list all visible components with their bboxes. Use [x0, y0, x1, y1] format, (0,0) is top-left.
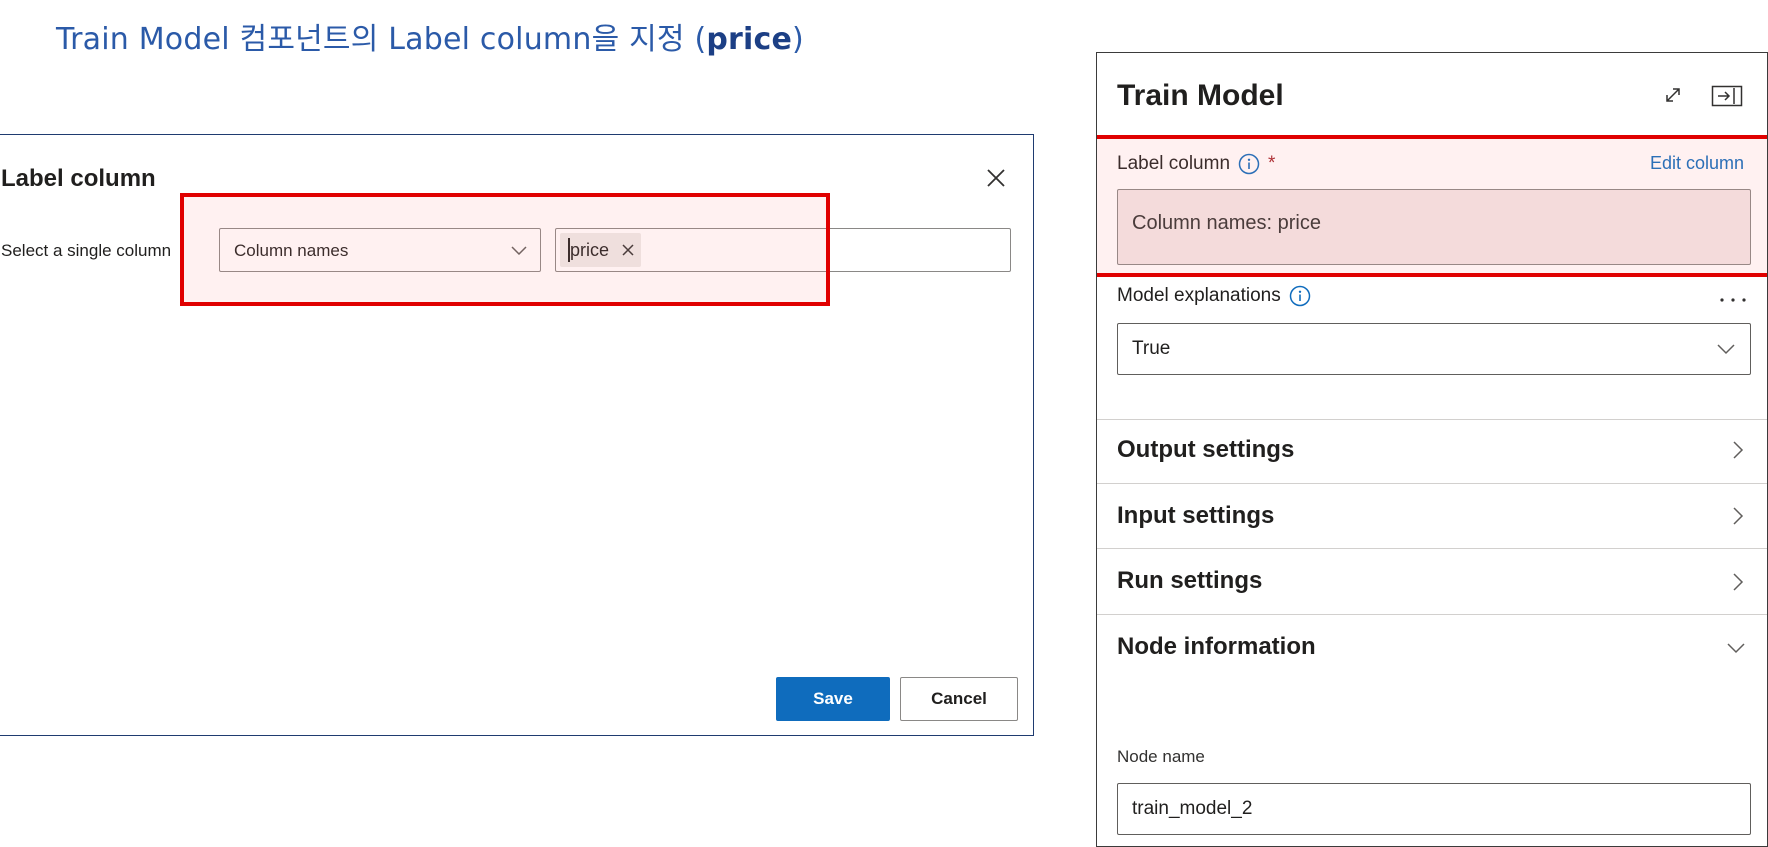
divider	[1097, 548, 1767, 549]
highlight-box-dialog	[180, 193, 830, 306]
save-button[interactable]: Save	[776, 677, 890, 721]
chevron-right-icon[interactable]	[1731, 571, 1745, 593]
page-heading: Train Model 컴포넌트의 Label column을 지정 (pric…	[56, 14, 804, 58]
divider	[1097, 419, 1767, 420]
input-settings-section[interactable]: Input settings	[1117, 502, 1274, 530]
expand-icon[interactable]	[1661, 83, 1685, 107]
chevron-down-icon	[1717, 344, 1735, 355]
chevron-right-icon[interactable]	[1731, 439, 1745, 461]
train-model-panel: Train Model Label column * Edit column C…	[1096, 52, 1768, 847]
close-icon[interactable]	[983, 165, 1009, 191]
info-icon[interactable]	[1289, 285, 1311, 307]
select-column-label: Select a single column	[1, 241, 172, 260]
model-explanations-dropdown[interactable]: True	[1117, 323, 1751, 375]
chevron-down-icon[interactable]	[1725, 641, 1747, 655]
node-name-input[interactable]: train_model_2	[1117, 783, 1751, 835]
node-name-value: train_model_2	[1132, 798, 1253, 819]
model-explanations-text: Model explanations	[1117, 285, 1281, 306]
divider	[1097, 483, 1767, 484]
node-information-section[interactable]: Node information	[1117, 633, 1316, 661]
more-options-icon[interactable]	[1719, 297, 1747, 303]
chevron-right-icon[interactable]	[1731, 505, 1745, 527]
heading-end: )	[792, 22, 804, 57]
cancel-button[interactable]: Cancel	[900, 677, 1018, 721]
heading-text: Train Model 컴포넌트의 Label column을 지정 (	[56, 22, 707, 57]
run-settings-section[interactable]: Run settings	[1117, 567, 1262, 595]
panel-title: Train Model	[1117, 79, 1284, 112]
heading-bold: price	[706, 22, 793, 57]
dialog-title: Label column	[1, 165, 156, 192]
node-name-label: Node name	[1117, 747, 1205, 766]
model-explanations-label: Model explanations	[1117, 285, 1311, 307]
output-settings-section[interactable]: Output settings	[1117, 436, 1294, 464]
dock-panel-icon[interactable]	[1711, 85, 1743, 107]
divider	[1097, 614, 1767, 615]
highlight-box-panel	[1097, 135, 1767, 277]
model-explanations-value: True	[1132, 338, 1171, 359]
